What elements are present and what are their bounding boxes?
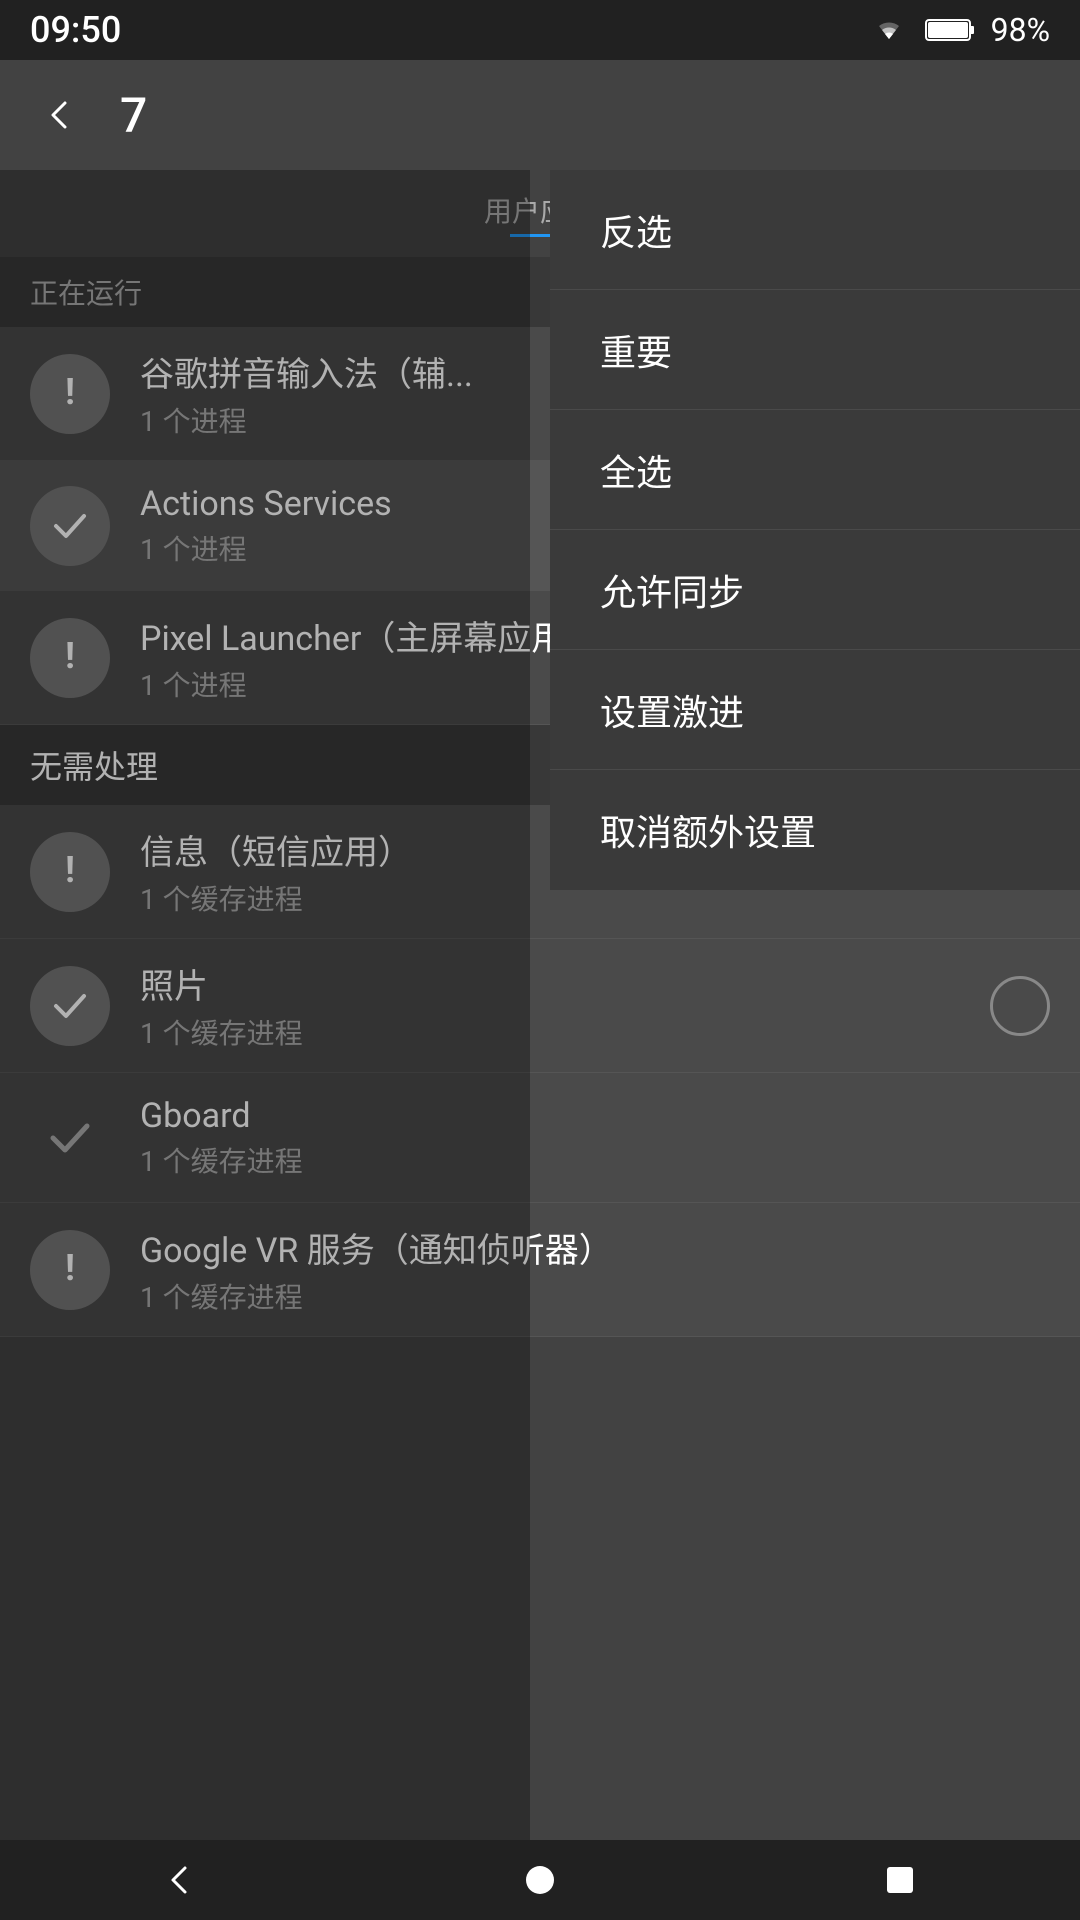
nav-back-icon [160,1860,200,1900]
battery-icon [925,17,975,43]
menu-item-aggressive[interactable]: 设置激进 [550,650,1080,770]
menu-item-label: 取消额外设置 [600,804,816,856]
context-menu-overlay: 反选 重要 全选 允许同步 设置激进 取消额外设置 [0,170,1080,1840]
menu-item-important[interactable]: 重要 [550,290,1080,410]
context-menu: 反选 重要 全选 允许同步 设置激进 取消额外设置 [550,170,1080,890]
status-icons: 98% [869,11,1050,49]
nav-recent-button[interactable] [860,1840,940,1920]
app-header: 7 [0,60,1080,170]
nav-recent-icon [882,1862,918,1898]
bottom-nav [0,1840,1080,1920]
wifi-icon [869,15,909,45]
menu-item-allow-sync[interactable]: 允许同步 [550,530,1080,650]
page-title: 7 [120,87,147,144]
battery-percentage: 98% [991,11,1050,49]
menu-item-label: 重要 [600,324,672,376]
nav-back-button[interactable] [140,1840,220,1920]
menu-dim[interactable] [0,170,530,1840]
menu-item-label: 全选 [600,444,672,496]
nav-home-icon [520,1860,560,1900]
status-bar: 09:50 98% [0,0,1080,60]
nav-home-button[interactable] [500,1840,580,1920]
back-arrow-icon [40,95,80,135]
menu-item-label: 设置激进 [600,684,744,736]
main-content: 用户应用 正在运行 ! 谷歌拼音输入法（辅... 1 个进程 Actions S… [0,170,1080,1840]
menu-item-label: 允许同步 [600,564,744,616]
menu-item-label: 反选 [600,204,672,256]
menu-item-select-all[interactable]: 全选 [550,410,1080,530]
menu-item-invert[interactable]: 反选 [550,170,1080,290]
menu-item-cancel-extra[interactable]: 取消额外设置 [550,770,1080,890]
status-time: 09:50 [30,9,121,51]
back-button[interactable] [30,85,90,145]
